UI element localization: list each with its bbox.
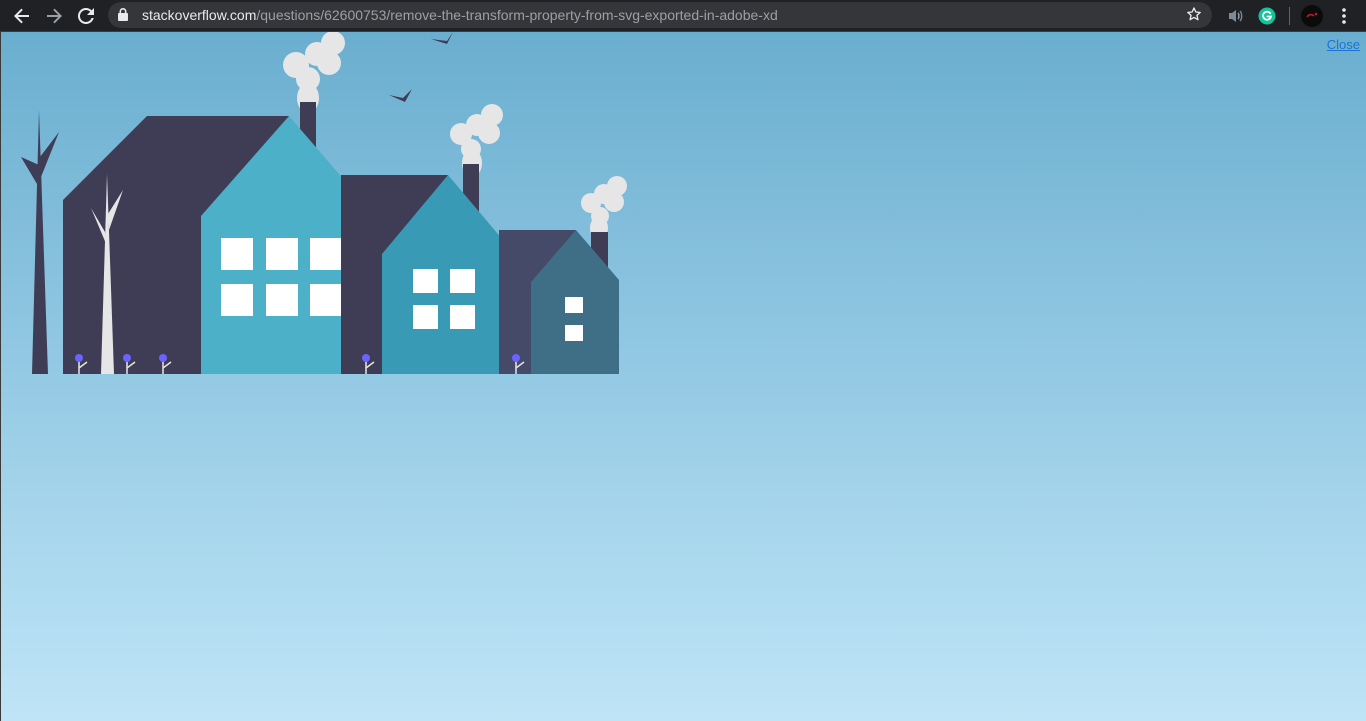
arrow-right-icon — [47, 8, 62, 24]
url-path: /questions/62600753/remove-the-transform… — [256, 7, 778, 23]
factory-illustration — [21, 32, 627, 374]
grammarly-extension-button[interactable] — [1255, 4, 1279, 28]
address-bar[interactable]: stackoverflow.com/questions/62600753/rem… — [108, 2, 1212, 28]
browser-menu-button[interactable] — [1332, 4, 1356, 28]
star-icon[interactable] — [1186, 6, 1202, 22]
arrow-left-icon — [14, 8, 29, 24]
bird-icon — [431, 32, 453, 44]
profile-button[interactable] — [1300, 4, 1324, 28]
url-domain: stackoverflow.com — [142, 7, 257, 23]
reload-icon — [78, 8, 94, 24]
smoke-plume — [581, 176, 627, 240]
kebab-menu-icon — [1342, 8, 1346, 24]
audio-extension-button[interactable] — [1224, 4, 1248, 28]
bird-icon — [389, 89, 412, 102]
lock-icon — [118, 8, 128, 21]
forward-button[interactable] — [42, 4, 66, 28]
page-content: Close — [0, 32, 1366, 721]
reload-button[interactable] — [74, 4, 98, 28]
grammarly-icon — [1258, 7, 1276, 25]
url-text: stackoverflow.com/questions/62600753/rem… — [142, 7, 778, 23]
speaker-icon — [1229, 10, 1243, 22]
back-button[interactable] — [10, 4, 34, 28]
smoke-plume — [283, 32, 345, 113]
avatar — [1301, 5, 1323, 27]
close-link[interactable]: Close — [1327, 37, 1360, 52]
browser-toolbar: stackoverflow.com/questions/62600753/rem… — [0, 0, 1366, 32]
toolbar-separator — [1289, 7, 1290, 25]
tree — [32, 110, 48, 374]
